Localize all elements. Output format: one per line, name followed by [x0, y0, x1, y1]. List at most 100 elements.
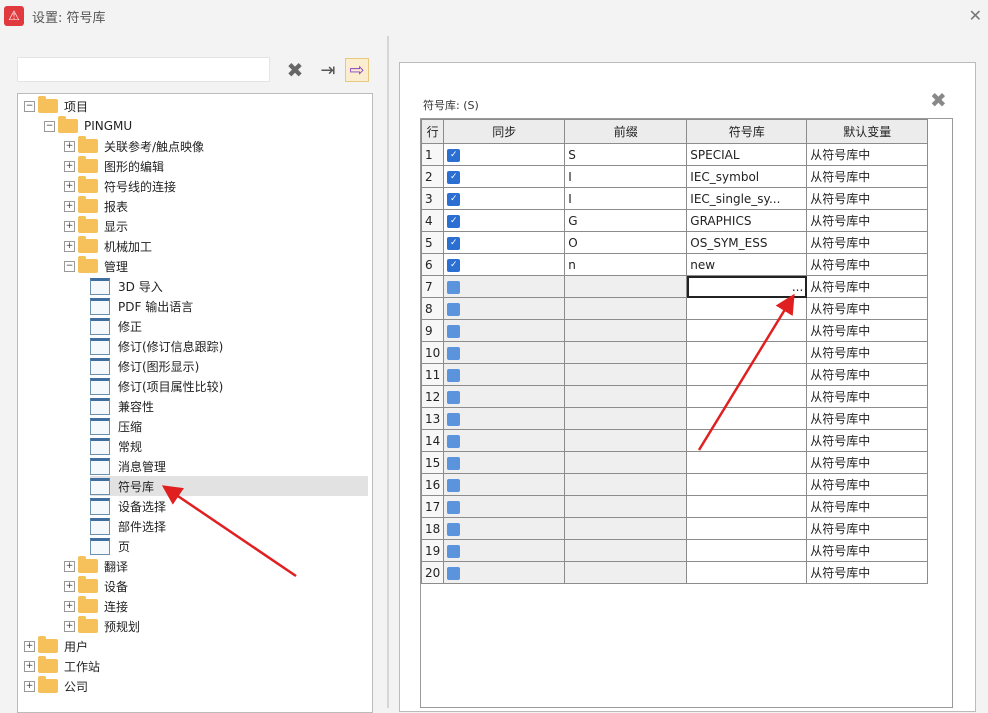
sync-checkbox[interactable]: ✓	[447, 324, 461, 338]
library-cell[interactable]	[686, 473, 808, 496]
library-cell[interactable]	[686, 407, 808, 430]
default-variant-cell[interactable]: 从符号库中	[806, 187, 929, 210]
library-cell[interactable]	[686, 561, 808, 584]
table-row[interactable]: 19 ✓ 从符号库中	[420, 539, 929, 562]
collapse-toggle-icon[interactable]: −	[44, 120, 55, 132]
expand-toggle-icon[interactable]: +	[64, 220, 75, 232]
table-row[interactable]: 7 ✓ ... 从符号库中	[420, 275, 929, 298]
tree-item[interactable]: PDF 输出语言	[90, 296, 193, 316]
expand-toggle-icon[interactable]: +	[24, 660, 35, 672]
library-cell[interactable]	[686, 429, 808, 452]
sync-cell[interactable]: ✓	[443, 165, 566, 188]
library-cell[interactable]	[686, 341, 808, 364]
tree-item[interactable]: 修订(项目属性比较)	[90, 376, 223, 396]
library-cell[interactable]: new	[686, 253, 808, 276]
expand-toggle-icon[interactable]: +	[64, 240, 75, 252]
table-row[interactable]: 20 ✓ 从符号库中	[420, 561, 929, 584]
prefix-cell[interactable]	[564, 341, 688, 364]
prefix-cell[interactable]: I	[564, 165, 688, 188]
sync-checkbox[interactable]: ✓	[447, 456, 461, 470]
table-row[interactable]: 18 ✓ 从符号库中	[420, 517, 929, 540]
sync-checkbox[interactable]: ✓	[447, 302, 461, 316]
sync-cell[interactable]: ✓	[443, 363, 566, 386]
library-cell[interactable]	[686, 517, 808, 540]
sync-cell[interactable]: ✓	[443, 143, 566, 166]
prefix-cell[interactable]	[564, 539, 688, 562]
col-header-prefix[interactable]: 前缀	[564, 119, 688, 144]
sync-cell[interactable]: ✓	[443, 495, 566, 518]
sync-checkbox[interactable]: ✓	[447, 280, 461, 294]
table-row[interactable]: 16 ✓ 从符号库中	[420, 473, 929, 496]
delete-row-button[interactable]: ✖	[930, 88, 947, 112]
prefix-cell[interactable]: G	[564, 209, 688, 232]
panel-splitter[interactable]	[387, 36, 389, 708]
sync-checkbox[interactable]: ✓	[447, 192, 461, 206]
prefix-cell[interactable]	[564, 385, 688, 408]
sync-checkbox[interactable]: ✓	[447, 148, 461, 162]
sync-checkbox[interactable]: ✓	[447, 500, 461, 514]
tree-item[interactable]: + 工作站	[24, 656, 100, 676]
export-button[interactable]: ⇨	[345, 58, 369, 82]
clear-filter-button[interactable]: ✖	[283, 58, 307, 82]
prefix-cell[interactable]	[564, 473, 688, 496]
tree-item[interactable]: + 显示	[64, 216, 128, 236]
expand-toggle-icon[interactable]: +	[64, 600, 75, 612]
tree-item[interactable]: 压缩	[90, 416, 142, 436]
sync-checkbox[interactable]: ✓	[447, 478, 461, 492]
default-variant-cell[interactable]: 从符号库中	[806, 473, 929, 496]
tree-item[interactable]: + 预规划	[64, 616, 140, 636]
table-row[interactable]: 5 ✓ O OS_SYM_ESS 从符号库中	[420, 231, 929, 254]
default-variant-cell[interactable]: 从符号库中	[806, 165, 929, 188]
default-variant-cell[interactable]: 从符号库中	[806, 363, 929, 386]
table-row[interactable]: 2 ✓ I IEC_symbol 从符号库中	[420, 165, 929, 188]
table-row[interactable]: 3 ✓ I IEC_single_sy... 从符号库中	[420, 187, 929, 210]
sync-checkbox[interactable]: ✓	[447, 434, 461, 448]
sync-cell[interactable]: ✓	[443, 187, 566, 210]
expand-toggle-icon[interactable]: +	[64, 160, 75, 172]
tree-item[interactable]: 页	[90, 536, 130, 556]
window-close-icon[interactable]: ✕	[969, 6, 982, 25]
tree-item[interactable]: + 用户	[24, 636, 88, 656]
default-variant-cell[interactable]: 从符号库中	[806, 231, 929, 254]
tree-item[interactable]: 3D 导入	[90, 276, 163, 296]
col-header-sync[interactable]: 同步	[443, 119, 566, 144]
default-variant-cell[interactable]: 从符号库中	[806, 539, 929, 562]
default-variant-cell[interactable]: 从符号库中	[806, 451, 929, 474]
library-cell[interactable]: IEC_symbol	[686, 165, 808, 188]
tree-item[interactable]: + 报表	[64, 196, 128, 216]
library-cell[interactable]: GRAPHICS	[686, 209, 808, 232]
library-cell[interactable]	[686, 363, 808, 386]
default-variant-cell[interactable]: 从符号库中	[806, 561, 929, 584]
tree-item[interactable]: + 公司	[24, 676, 88, 696]
prefix-cell[interactable]	[564, 275, 688, 298]
default-variant-cell[interactable]: 从符号库中	[806, 209, 929, 232]
table-row[interactable]: 13 ✓ 从符号库中	[420, 407, 929, 430]
table-row[interactable]: 4 ✓ G GRAPHICS 从符号库中	[420, 209, 929, 232]
prefix-cell[interactable]: O	[564, 231, 688, 254]
library-cell[interactable]	[686, 451, 808, 474]
sync-checkbox[interactable]: ✓	[447, 566, 461, 580]
default-variant-cell[interactable]: 从符号库中	[806, 297, 929, 320]
sync-checkbox[interactable]: ✓	[447, 412, 461, 426]
expand-toggle-icon[interactable]: +	[64, 560, 75, 572]
table-row[interactable]: 8 ✓ 从符号库中	[420, 297, 929, 320]
table-row[interactable]: 14 ✓ 从符号库中	[420, 429, 929, 452]
library-cell[interactable]	[686, 385, 808, 408]
tree-item[interactable]: − PINGMU	[44, 116, 132, 136]
default-variant-cell[interactable]: 从符号库中	[806, 495, 929, 518]
sync-cell[interactable]: ✓	[443, 517, 566, 540]
tree-item[interactable]: + 连接	[64, 596, 128, 616]
tree-item[interactable]: 消息管理	[90, 456, 166, 476]
sync-cell[interactable]: ✓	[443, 385, 566, 408]
col-header-library[interactable]: 符号库	[686, 119, 808, 144]
default-variant-cell[interactable]: 从符号库中	[806, 253, 929, 276]
import-button[interactable]: ⇥	[316, 58, 340, 82]
tree-item[interactable]: 兼容性	[90, 396, 154, 416]
default-variant-cell[interactable]: 从符号库中	[806, 385, 929, 408]
sync-cell[interactable]: ✓	[443, 407, 566, 430]
default-variant-cell[interactable]: 从符号库中	[806, 143, 929, 166]
tree-item[interactable]: − 管理	[64, 256, 128, 276]
table-row[interactable]: 12 ✓ 从符号库中	[420, 385, 929, 408]
expand-toggle-icon[interactable]: +	[64, 580, 75, 592]
prefix-cell[interactable]	[564, 451, 688, 474]
